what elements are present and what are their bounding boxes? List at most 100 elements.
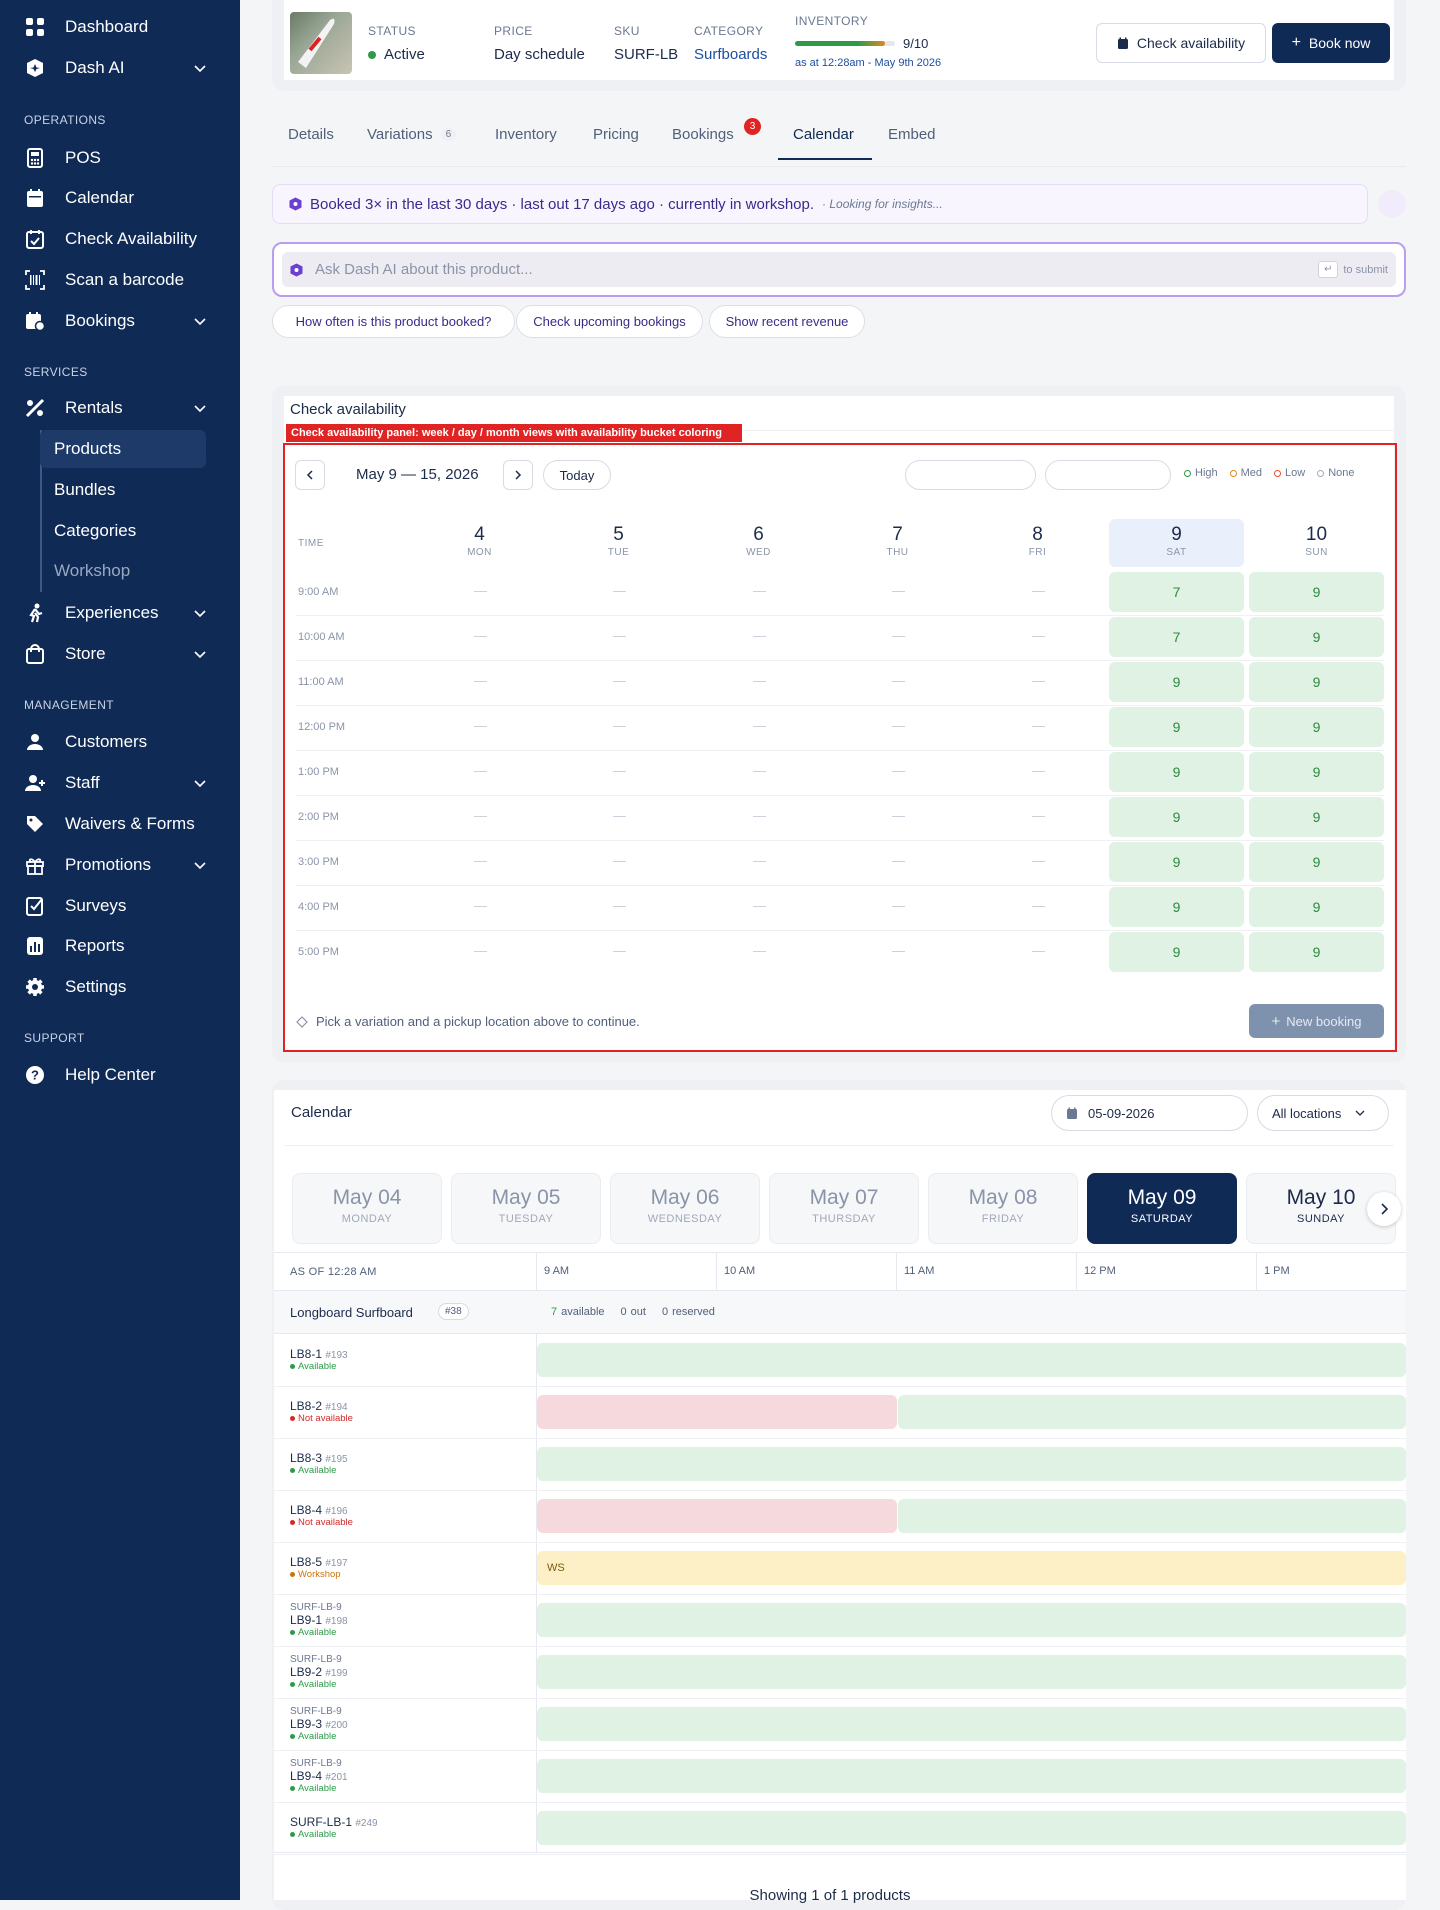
day-card-friday[interactable]: May 08 FRIDAY: [928, 1173, 1078, 1244]
availability-slot[interactable]: 7: [1109, 617, 1244, 657]
sidebar-item-settings[interactable]: Settings: [24, 971, 208, 1003]
sidebar-item-scan-barcode[interactable]: Scan a barcode: [24, 264, 208, 296]
day-card-saturday[interactable]: May 09 SATURDAY: [1087, 1173, 1237, 1244]
check-availability-button[interactable]: Check availability: [1096, 23, 1266, 63]
availability-slot[interactable]: 9: [1109, 752, 1244, 792]
availability-bar[interactable]: [537, 1655, 1406, 1689]
location-select[interactable]: [1045, 460, 1171, 490]
sidebar-item-pos[interactable]: POS: [24, 142, 208, 174]
tab-embed[interactable]: Embed: [888, 126, 936, 143]
sidebar-item-experiences[interactable]: Experiences: [24, 597, 208, 629]
tab-variations[interactable]: Variations 6: [367, 126, 457, 143]
sidebar-item-customers[interactable]: Customers: [24, 726, 208, 758]
legend-item-high: High: [1184, 467, 1218, 479]
variation-select[interactable]: [905, 460, 1036, 490]
tab-bookings[interactable]: Bookings 3: [672, 118, 761, 143]
next-week-button[interactable]: [503, 460, 533, 490]
workshop-bar[interactable]: WS: [537, 1551, 1406, 1585]
day-strip-next-button[interactable]: [1367, 1192, 1401, 1226]
availability-bar[interactable]: [537, 1811, 1406, 1845]
sidebar-item-promotions[interactable]: Promotions: [24, 849, 208, 881]
availability-slot[interactable]: 9: [1249, 887, 1384, 927]
sidebar-item-staff[interactable]: Staff: [24, 767, 208, 799]
resource-name[interactable]: LB8-5: [290, 1555, 322, 1569]
availability-slot[interactable]: 7: [1109, 572, 1244, 612]
day-card-thursday[interactable]: May 07 THURSDAY: [769, 1173, 919, 1244]
availability-bar[interactable]: [898, 1395, 1406, 1429]
unavailable-bar[interactable]: [537, 1499, 897, 1533]
location-dropdown[interactable]: All locations: [1257, 1095, 1389, 1131]
sidebar-item-dashboard[interactable]: Dashboard: [24, 11, 208, 43]
sidebar-subitem-products[interactable]: Products: [40, 430, 206, 468]
tab-inventory[interactable]: Inventory: [495, 126, 557, 143]
sidebar-item-calendar[interactable]: Calendar: [24, 182, 208, 214]
sidebar-item-bookings[interactable]: Bookings: [24, 305, 208, 337]
availability-slot[interactable]: 9: [1249, 572, 1384, 612]
sidebar-item-check-availability[interactable]: Check Availability: [24, 223, 208, 255]
availability-slot[interactable]: 9: [1249, 617, 1384, 657]
availability-title: Check availability: [290, 401, 406, 418]
resource-name[interactable]: LB9-4: [290, 1769, 322, 1783]
category-link[interactable]: Surfboards: [694, 46, 767, 63]
availability-slot[interactable]: 9: [1249, 707, 1384, 747]
price-label: PRICE: [494, 24, 533, 38]
resource-name[interactable]: LB9-2: [290, 1665, 322, 1679]
availability-bar[interactable]: [537, 1447, 1406, 1481]
sidebar-item-help-center[interactable]: ? Help Center: [24, 1059, 208, 1091]
new-booking-button[interactable]: + New booking: [1249, 1004, 1384, 1038]
resource-status-label: Available: [298, 1465, 337, 1476]
new-booking-label: New booking: [1286, 1013, 1362, 1029]
time-column-header: TIME: [298, 538, 324, 549]
suggestion-pill-upcoming[interactable]: Check upcoming bookings: [516, 305, 703, 338]
resource-name[interactable]: LB8-1: [290, 1347, 322, 1361]
day-card-monday[interactable]: May 04 MONDAY: [292, 1173, 442, 1244]
day-card-tuesday[interactable]: May 05 TUESDAY: [451, 1173, 601, 1244]
availability-slot[interactable]: 9: [1109, 662, 1244, 702]
availability-bar[interactable]: [537, 1603, 1406, 1637]
resource-name[interactable]: SURF-LB-1: [290, 1815, 352, 1829]
today-button[interactable]: Today: [543, 460, 611, 490]
sidebar-subitem-workshop[interactable]: Workshop: [40, 552, 206, 590]
resource-name[interactable]: LB8-4: [290, 1503, 322, 1517]
tab-details[interactable]: Details: [288, 126, 334, 143]
suggestion-pill-booked[interactable]: How often is this product booked?: [272, 305, 515, 338]
sidebar-item-dash-ai[interactable]: Dash AI: [24, 52, 208, 84]
availability-slot[interactable]: 9: [1109, 887, 1244, 927]
resource-name[interactable]: LB8-2: [290, 1399, 322, 1413]
availability-slot[interactable]: 9: [1249, 842, 1384, 882]
availability-slot[interactable]: 9: [1249, 932, 1384, 972]
availability-slot[interactable]: 9: [1109, 797, 1244, 837]
unavailable-bar[interactable]: [537, 1395, 897, 1429]
book-now-button[interactable]: + Book now: [1272, 23, 1390, 63]
availability-bar[interactable]: [898, 1499, 1406, 1533]
sidebar-item-rentals[interactable]: Rentals: [24, 392, 208, 424]
availability-slot[interactable]: 9: [1109, 707, 1244, 747]
resource-name[interactable]: LB9-3: [290, 1717, 322, 1731]
sidebar-subitem-categories[interactable]: Categories: [40, 512, 206, 550]
tab-calendar[interactable]: Calendar: [793, 126, 854, 143]
legend-item-low: Low: [1274, 467, 1305, 479]
tab-pricing[interactable]: Pricing: [593, 126, 639, 143]
sidebar-item-store[interactable]: Store: [24, 638, 208, 670]
availability-bar[interactable]: [537, 1707, 1406, 1741]
calendar-title: Calendar: [291, 1104, 352, 1121]
availability-slot[interactable]: 9: [1249, 797, 1384, 837]
sidebar-item-waivers-forms[interactable]: Waivers & Forms: [24, 808, 208, 840]
availability-slot[interactable]: 9: [1109, 932, 1244, 972]
prev-week-button[interactable]: [295, 460, 325, 490]
resource-name[interactable]: LB9-1: [290, 1613, 322, 1627]
availability-bar[interactable]: [537, 1343, 1406, 1377]
suggestion-pill-revenue[interactable]: Show recent revenue: [709, 305, 865, 338]
day-card-wednesday[interactable]: May 06 WEDNESDAY: [610, 1173, 760, 1244]
sidebar-subitem-bundles[interactable]: Bundles: [40, 471, 206, 509]
availability-slot[interactable]: 9: [1109, 842, 1244, 882]
resource-name[interactable]: LB8-3: [290, 1451, 322, 1465]
sidebar-item-reports[interactable]: Reports: [24, 930, 208, 962]
sidebar-item-surveys[interactable]: Surveys: [24, 890, 208, 922]
insight-refresh-button[interactable]: [1378, 190, 1406, 218]
availability-slot[interactable]: 9: [1249, 752, 1384, 792]
calendar-date-input[interactable]: 05-09-2026: [1051, 1095, 1248, 1131]
ask-dash-ai-input[interactable]: Ask Dash AI about this product... ↵ to s…: [282, 252, 1396, 287]
availability-slot[interactable]: 9: [1249, 662, 1384, 702]
availability-bar[interactable]: [537, 1759, 1406, 1793]
